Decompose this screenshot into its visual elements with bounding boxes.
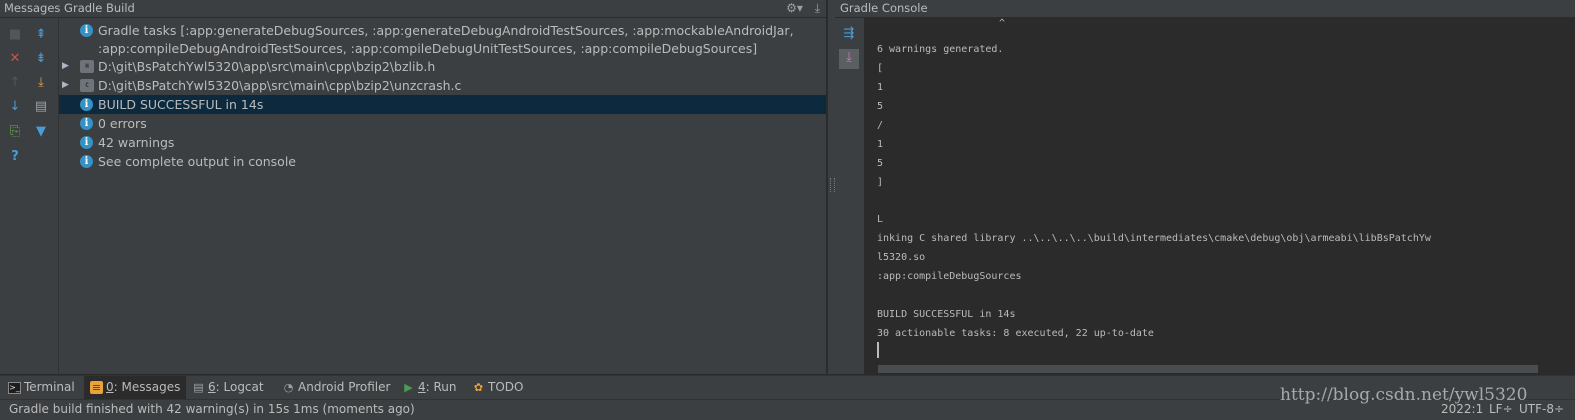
message-row-selected[interactable]: i BUILD SUCCESSFUL in 14s bbox=[59, 95, 826, 114]
message-text: :app:compileDebugAndroidTestSources, :ap… bbox=[98, 41, 758, 56]
tab-android-profiler[interactable]: ◔ Android Profiler bbox=[276, 376, 396, 399]
file-icon: H bbox=[80, 60, 94, 73]
message-text: 0 errors bbox=[98, 116, 147, 131]
tab-logcat[interactable]: ▤ 6: Logcat bbox=[186, 376, 270, 399]
help-icon[interactable]: ? bbox=[6, 148, 24, 166]
run-icon: ▶ bbox=[404, 381, 413, 394]
expand-arrow-icon[interactable]: ▶ bbox=[62, 76, 69, 95]
export-icon[interactable]: ⎘ bbox=[6, 123, 24, 141]
horizontal-scrollbar[interactable] bbox=[878, 365, 1538, 373]
terminal-icon: >_ bbox=[8, 382, 21, 394]
console-line: :app:compileDebugSources bbox=[877, 271, 1022, 282]
console-line: L bbox=[877, 214, 884, 225]
tab-mnemonic: 6 bbox=[208, 380, 216, 394]
tab-todo[interactable]: ✿ TODO bbox=[466, 376, 529, 399]
tab-run[interactable]: ▶ 4: Run bbox=[396, 376, 463, 399]
console-line: 5 bbox=[877, 158, 884, 169]
console-output[interactable]: ^ 6 warnings generated. [ 1 5 / 1 5 ] L … bbox=[864, 18, 1575, 374]
console-line: BUILD SUCCESSFUL in 14s bbox=[877, 309, 1016, 320]
console-toolbar: ⇶ ⤓ bbox=[835, 18, 864, 374]
file-path: D:\git\BsPatchYwl5320\app\src\main\cpp\b… bbox=[98, 78, 462, 93]
message-row[interactable]: i 0 errors bbox=[59, 114, 826, 133]
text-caret bbox=[877, 342, 879, 358]
pin-icon[interactable]: ⤓ bbox=[815, 1, 820, 15]
console-line: 5 bbox=[877, 101, 884, 112]
message-row[interactable]: i 42 warnings bbox=[59, 133, 826, 152]
tab-label: : Messages bbox=[113, 380, 181, 394]
console-line: 30 actionable tasks: 8 executed, 22 up-t… bbox=[877, 328, 1154, 339]
console-line: 1 bbox=[877, 82, 884, 93]
messages-panel-header: Messages Gradle Build ⚙▾ ⤓ bbox=[0, 0, 826, 18]
wrap-icon[interactable]: ⇶ bbox=[840, 25, 858, 43]
scroll-end-icon[interactable]: ⤓ bbox=[839, 49, 859, 69]
status-message[interactable]: Gradle build finished with 42 warning(s)… bbox=[9, 400, 415, 419]
messages-tree: i Gradle tasks [:app:generateDebugSource… bbox=[59, 18, 826, 374]
tab-label: : Run bbox=[425, 380, 457, 394]
message-text: BUILD SUCCESSFUL in 14s bbox=[98, 97, 264, 112]
message-text: Gradle tasks [:app:generateDebugSources,… bbox=[98, 23, 794, 38]
profiler-icon: ◔ bbox=[283, 381, 294, 394]
next-icon[interactable]: ↓ bbox=[6, 98, 24, 116]
console-panel-title: Gradle Console bbox=[840, 1, 928, 15]
tab-label: : Logcat bbox=[215, 380, 264, 394]
console-line: l5320.so bbox=[877, 252, 926, 263]
console-line: inking C shared library ..\..\..\..\buil… bbox=[877, 233, 1431, 244]
info-icon: i bbox=[80, 136, 93, 149]
tab-label: TODO bbox=[488, 380, 524, 394]
tab-label: Android Profiler bbox=[298, 380, 391, 394]
messages-toolbar: ■ ⇞ ✕ ⇟ ↑ ⤓ ↓ ▤ ⎘ ▼ ? bbox=[0, 18, 59, 374]
info-icon: i bbox=[80, 155, 93, 168]
expand-all-icon[interactable]: ⇞ bbox=[32, 26, 50, 44]
console-panel-header: Gradle Console bbox=[835, 0, 1575, 17]
file-row[interactable]: ▶ H D:\git\BsPatchYwl5320\app\src\main\c… bbox=[59, 57, 826, 76]
file-row[interactable]: ▶ C D:\git\BsPatchYwl5320\app\src\main\c… bbox=[59, 76, 826, 95]
tab-mnemonic: 4 bbox=[418, 380, 426, 394]
logcat-icon: ▤ bbox=[193, 381, 204, 394]
console-line: [ bbox=[877, 63, 884, 74]
info-icon: i bbox=[80, 98, 93, 111]
watermark: http://blog.csdn.net/ywl5320 bbox=[1280, 385, 1528, 405]
export-icon[interactable]: ⤓ bbox=[32, 74, 50, 92]
file-path: D:\git\BsPatchYwl5320\app\src\main\cpp\b… bbox=[98, 59, 436, 74]
stop-icon[interactable]: ■ bbox=[6, 26, 24, 44]
collapse-all-icon[interactable]: ⇟ bbox=[32, 50, 50, 68]
info-icon: i bbox=[80, 117, 93, 130]
messages-icon: ≡ bbox=[90, 381, 103, 394]
console-line: 6 warnings generated. bbox=[877, 44, 1004, 55]
message-text: 42 warnings bbox=[98, 135, 175, 150]
file-icon: C bbox=[80, 79, 94, 92]
message-row[interactable]: i Gradle tasks [:app:generateDebugSource… bbox=[59, 21, 826, 40]
console-line: ] bbox=[877, 177, 884, 188]
message-row[interactable]: i See complete output in console bbox=[59, 152, 826, 171]
console-line: / bbox=[877, 120, 884, 131]
wrap-icon[interactable]: ▤ bbox=[32, 98, 50, 116]
settings-icon[interactable]: ⚙▾ bbox=[786, 1, 803, 15]
todo-icon: ✿ bbox=[473, 381, 484, 394]
prev-icon[interactable]: ↑ bbox=[6, 74, 24, 92]
tab-mnemonic: 0 bbox=[106, 380, 114, 394]
message-row[interactable]: :app:compileDebugAndroidTestSources, :ap… bbox=[59, 39, 826, 58]
close-icon[interactable]: ✕ bbox=[6, 50, 24, 68]
filter-icon[interactable]: ▼ bbox=[32, 123, 50, 141]
tab-messages[interactable]: ≡ 0: Messages bbox=[84, 376, 187, 399]
tab-terminal[interactable]: >_ Terminal bbox=[2, 376, 81, 399]
expand-arrow-icon[interactable]: ▶ bbox=[62, 57, 69, 76]
messages-panel-title: Messages Gradle Build bbox=[4, 1, 135, 15]
tab-label: Terminal bbox=[24, 380, 75, 394]
info-icon: i bbox=[80, 24, 93, 37]
console-line: ^ bbox=[999, 18, 1006, 29]
console-line: 1 bbox=[877, 139, 884, 150]
message-text: See complete output in console bbox=[98, 154, 296, 169]
